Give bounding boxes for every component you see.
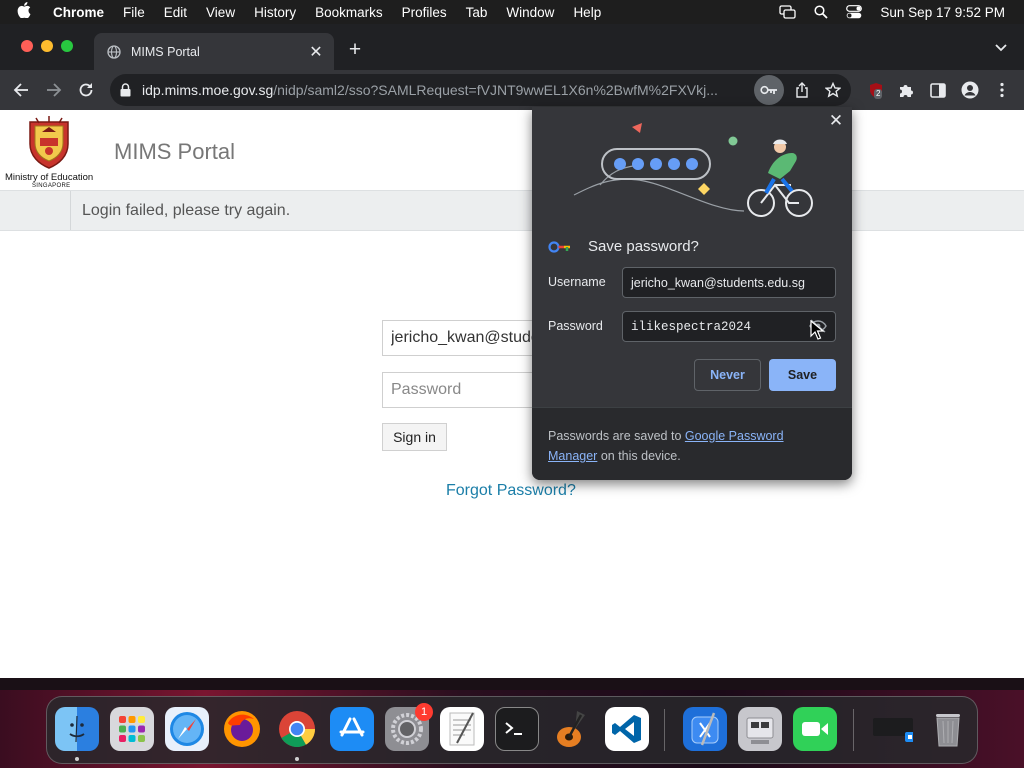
chrome-tab-strip: MIMS Portal ✕ + bbox=[0, 24, 1024, 70]
menu-app-name[interactable]: Chrome bbox=[53, 5, 104, 20]
dialog-close-icon[interactable]: ✕ bbox=[826, 111, 846, 131]
login-error-bar: Login failed, please try again. bbox=[0, 190, 1024, 231]
tab-close-icon[interactable]: ✕ bbox=[306, 42, 326, 62]
url-host: idp.mims.moe.gov.sg bbox=[142, 82, 274, 98]
tab-search-chevron-icon[interactable] bbox=[994, 40, 1012, 54]
menu-history[interactable]: History bbox=[254, 5, 296, 20]
address-bar[interactable]: idp.mims.moe.gov.sg/nidp/saml2/sso?SAMLR… bbox=[110, 74, 851, 106]
tab-title: MIMS Portal bbox=[131, 44, 200, 59]
new-tab-button[interactable]: + bbox=[343, 38, 367, 62]
menu-edit[interactable]: Edit bbox=[164, 5, 187, 20]
vscode-icon[interactable] bbox=[605, 707, 649, 751]
lock-icon[interactable] bbox=[120, 83, 131, 102]
screen-mirroring-icon[interactable] bbox=[779, 5, 797, 19]
org-name: Ministry of Education bbox=[5, 172, 94, 183]
back-arrow-icon[interactable] bbox=[9, 78, 33, 102]
menu-profiles[interactable]: Profiles bbox=[402, 5, 447, 20]
menu-view[interactable]: View bbox=[206, 5, 235, 20]
login-error-message: Login failed, please try again. bbox=[70, 191, 290, 230]
google-password-key-icon bbox=[548, 240, 572, 259]
control-center-icon[interactable] bbox=[846, 5, 863, 19]
share-icon[interactable] bbox=[791, 79, 813, 101]
password-label: Password bbox=[548, 319, 603, 333]
menu-help[interactable]: Help bbox=[573, 5, 601, 20]
bookmark-star-icon[interactable] bbox=[822, 79, 844, 101]
chrome-menu-icon[interactable] bbox=[990, 78, 1014, 102]
url-text[interactable]: idp.mims.moe.gov.sg/nidp/saml2/sso?SAMLR… bbox=[142, 82, 750, 98]
finder-icon[interactable] bbox=[55, 707, 99, 751]
moe-logo: Ministry of Education SINGAPORE bbox=[2, 114, 94, 189]
app-store-icon[interactable] bbox=[330, 707, 374, 751]
finder-running-indicator bbox=[75, 757, 79, 761]
url-path: /nidp/saml2/sso?SAMLRequest=fVJNT9wwEL1X… bbox=[273, 82, 718, 98]
menu-bar-clock[interactable]: Sun Sep 17 9:52 PM bbox=[880, 5, 1005, 20]
chrome-toolbar: idp.mims.moe.gov.sg/nidp/saml2/sso?SAMLR… bbox=[0, 70, 1024, 110]
menu-tab[interactable]: Tab bbox=[466, 5, 488, 20]
username-label: Username bbox=[548, 275, 606, 289]
chrome-icon[interactable] bbox=[275, 707, 319, 751]
window-preview-icon[interactable] bbox=[871, 707, 915, 751]
web-page: Ministry of Education SINGAPORE MIMS Por… bbox=[0, 110, 1024, 678]
side-panel-icon[interactable] bbox=[926, 78, 950, 102]
system-preferences-badge: 1 bbox=[415, 703, 433, 721]
dialog-password-field[interactable]: ilikespectra2024 bbox=[622, 311, 836, 342]
dialog-title: Save password? bbox=[588, 238, 699, 255]
save-button[interactable]: Save bbox=[769, 359, 836, 391]
password-key-icon[interactable] bbox=[754, 75, 784, 105]
footer-text-suffix: on this device. bbox=[597, 449, 681, 463]
launchpad-icon[interactable] bbox=[110, 707, 154, 751]
macos-dock: 1 bbox=[46, 696, 978, 764]
save-password-dialog: ✕ Save password? Username jericho_kwan@s… bbox=[532, 107, 852, 480]
ublock-extension-icon[interactable]: 2 bbox=[864, 78, 888, 102]
macos-menu-bar: Chrome File Edit View History Bookmarks … bbox=[0, 0, 1024, 24]
password-illustration-icon bbox=[573, 123, 813, 217]
xcode-icon[interactable] bbox=[683, 707, 727, 751]
dock-separator-2 bbox=[853, 709, 854, 751]
dialog-username-value: jericho_kwan@students.edu.sg bbox=[631, 275, 805, 290]
window-close-button[interactable] bbox=[21, 40, 33, 52]
reload-icon[interactable] bbox=[74, 78, 98, 102]
globe-icon bbox=[107, 44, 121, 59]
org-country: SINGAPORE bbox=[32, 183, 71, 189]
firefox-icon[interactable] bbox=[220, 707, 264, 751]
profile-avatar-icon[interactable] bbox=[958, 78, 982, 102]
chrome-running-indicator bbox=[295, 757, 299, 761]
safari-icon[interactable] bbox=[165, 707, 209, 751]
mouse-pointer-icon bbox=[810, 319, 825, 345]
apple-icon[interactable] bbox=[17, 2, 37, 22]
dialog-username-field[interactable]: jericho_kwan@students.edu.sg bbox=[622, 267, 836, 298]
dialog-password-value: ilikespectra2024 bbox=[631, 319, 752, 334]
dialog-footer: Passwords are saved to Google Password M… bbox=[532, 407, 852, 480]
dock-separator bbox=[664, 709, 665, 751]
never-button[interactable]: Never bbox=[694, 359, 761, 391]
forward-arrow-icon[interactable] bbox=[42, 78, 66, 102]
window-zoom-button[interactable] bbox=[61, 40, 73, 52]
footer-text-prefix: Passwords are saved to bbox=[548, 429, 685, 443]
garageband-icon[interactable] bbox=[550, 707, 594, 751]
menu-bookmarks[interactable]: Bookmarks bbox=[315, 5, 383, 20]
moe-crest-icon bbox=[26, 116, 72, 175]
menu-window[interactable]: Window bbox=[506, 5, 554, 20]
facetime-icon[interactable] bbox=[793, 707, 837, 751]
tab-mims-portal[interactable]: MIMS Portal ✕ bbox=[94, 33, 334, 70]
forgot-password-link[interactable]: Forgot Password? bbox=[446, 482, 576, 500]
extension-badge: 2 bbox=[874, 89, 883, 99]
portal-title: MIMS Portal bbox=[114, 139, 236, 164]
menu-file[interactable]: File bbox=[123, 5, 145, 20]
trash-icon[interactable] bbox=[926, 707, 970, 751]
window-minimize-button[interactable] bbox=[41, 40, 53, 52]
spotlight-search-icon[interactable] bbox=[814, 5, 829, 19]
terminal-icon[interactable] bbox=[495, 707, 539, 751]
boot-camp-icon[interactable] bbox=[738, 707, 782, 751]
sign-in-button[interactable]: Sign in bbox=[382, 423, 447, 451]
extensions-puzzle-icon[interactable] bbox=[894, 78, 918, 102]
textedit-icon[interactable] bbox=[440, 707, 484, 751]
